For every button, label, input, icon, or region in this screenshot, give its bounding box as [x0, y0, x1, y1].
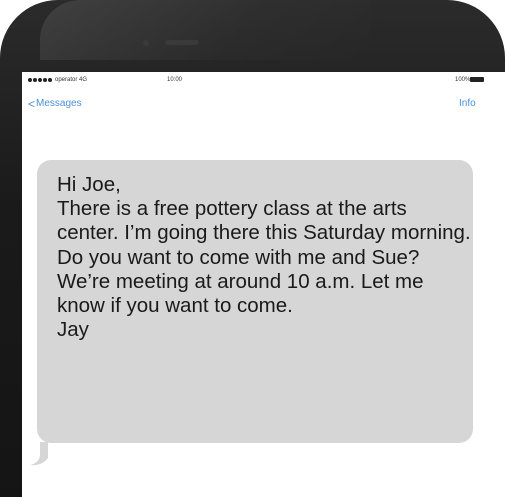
carrier-label: operator 4G: [55, 77, 88, 83]
message-bubble: Hi Joe, There is a free pottery class at…: [37, 160, 473, 443]
bezel-reflection: [40, 0, 370, 60]
chevron-left-icon: <: [28, 96, 36, 111]
back-button-label: Messages: [36, 98, 82, 109]
phone-screen: operator 4G 10:00 100% < Messages Info H…: [22, 72, 505, 497]
phone-mockup: operator 4G 10:00 100% < Messages Info H…: [0, 0, 505, 497]
info-button[interactable]: Info: [459, 98, 476, 109]
status-bar: operator 4G 10:00 100%: [22, 72, 489, 90]
status-time: 10:00: [167, 77, 183, 83]
navigation-bar: < Messages Info: [22, 90, 505, 116]
speaker-grille-icon: [165, 40, 199, 45]
battery-icon: [470, 77, 484, 82]
back-button[interactable]: < Messages: [28, 96, 82, 111]
bubble-tail: [30, 442, 48, 466]
message-text: Hi Joe, There is a free pottery class at…: [57, 173, 471, 342]
signal-strength-icon: [28, 78, 52, 82]
battery-percent: 100%: [455, 77, 471, 83]
front-camera-icon: [143, 40, 149, 46]
